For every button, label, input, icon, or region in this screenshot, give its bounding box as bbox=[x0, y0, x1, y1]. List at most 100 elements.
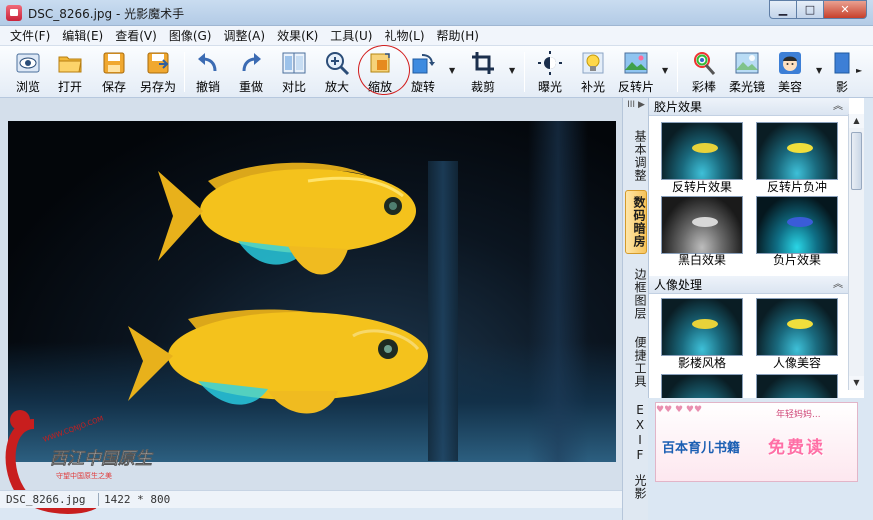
status-dimensions: 1422 * 800 bbox=[104, 493, 171, 506]
reversal-film-button[interactable]: 反转片 bbox=[614, 48, 658, 96]
status-divider bbox=[98, 493, 99, 506]
menu-adjust[interactable]: 调整(A) bbox=[217, 27, 271, 44]
section-header-film[interactable]: 胶片效果 ︽ bbox=[649, 98, 849, 116]
effect-label[interactable]: 反转片负冲 bbox=[749, 178, 845, 195]
rotate-dropdown-arrow[interactable]: ▼ bbox=[449, 66, 457, 75]
save-icon bbox=[103, 52, 125, 74]
compare-icon bbox=[282, 52, 306, 74]
ad-free-text: 免费读 bbox=[768, 438, 825, 458]
scroll-thumb[interactable] bbox=[851, 132, 862, 190]
browse-button[interactable]: 浏览 bbox=[6, 48, 50, 96]
ad-top-text: 年轻妈妈... bbox=[776, 410, 821, 420]
save-as-button[interactable]: 另存为 bbox=[136, 48, 180, 96]
scroll-down-icon[interactable]: ▼ bbox=[849, 376, 864, 390]
beauty-dropdown-arrow[interactable]: ▼ bbox=[816, 66, 824, 75]
effect-thumb-negative[interactable] bbox=[756, 196, 838, 254]
tab-exif[interactable]: EXIF bbox=[625, 402, 647, 464]
scroll-up-icon[interactable]: ▲ bbox=[849, 114, 864, 128]
crop-dropdown-arrow[interactable]: ▼ bbox=[509, 66, 517, 75]
effect-thumb-reversal[interactable] bbox=[661, 122, 743, 180]
effect-thumb-studio[interactable] bbox=[661, 298, 743, 356]
more-tools-button[interactable]: 影 bbox=[828, 48, 856, 96]
effect-label[interactable]: 黑白效果 bbox=[654, 251, 750, 268]
window-controls: ▁ □ ✕ bbox=[769, 0, 867, 19]
ad-banner[interactable]: ♥♥ ♥ ♥♥ 年轻妈妈... 百本育儿书籍 免费读 bbox=[655, 402, 858, 482]
section-header-portrait[interactable]: 人像处理 ︽ bbox=[649, 276, 849, 294]
menu-help[interactable]: 帮助(H) bbox=[431, 27, 485, 44]
tab-digital-darkroom[interactable]: 数码暗房 bbox=[625, 190, 647, 254]
undo-button[interactable]: 撤销 bbox=[186, 48, 230, 96]
effect-label[interactable]: 人像美容 bbox=[749, 354, 845, 371]
redo-button[interactable]: 重做 bbox=[229, 48, 273, 96]
eye-icon bbox=[16, 53, 40, 73]
landscape-icon bbox=[624, 52, 648, 74]
film-dropdown-arrow[interactable]: ▼ bbox=[662, 66, 670, 75]
watermark-tagline: 守望中国原生之美 bbox=[56, 471, 112, 480]
effect-thumb-partial[interactable] bbox=[661, 374, 743, 398]
soft-focus-button[interactable]: 柔光镜 bbox=[725, 48, 769, 96]
title-bar: DSC_8266.jpg - 光影魔术手 ▁ □ ✕ bbox=[0, 0, 873, 26]
face-icon bbox=[779, 52, 801, 74]
app-icon bbox=[6, 5, 22, 21]
toolbar-separator bbox=[677, 52, 678, 92]
menu-bar: 文件(F) 编辑(E) 查看(V) 图像(G) 调整(A) 效果(K) 工具(U… bbox=[0, 26, 873, 46]
menu-gifts[interactable]: 礼物(L) bbox=[378, 27, 430, 44]
side-tab-collapse[interactable]: III ▶ bbox=[623, 100, 649, 116]
tab-light[interactable]: 光影 bbox=[625, 470, 647, 504]
rotate-icon bbox=[412, 54, 435, 74]
ad-title: 百本育儿书籍 bbox=[662, 441, 741, 456]
toolbar-overflow-arrow[interactable]: ► bbox=[856, 66, 864, 75]
side-tab-strip: III ▶ 基本调整 数码暗房 边框图层 便捷工具 EXIF 光影 bbox=[622, 98, 648, 520]
lightbulb-icon bbox=[582, 52, 604, 74]
crop-button[interactable]: 裁剪 bbox=[461, 48, 505, 96]
redo-icon bbox=[242, 53, 261, 72]
menu-tools[interactable]: 工具(U) bbox=[324, 27, 378, 44]
collapse-icon[interactable]: ︽ bbox=[833, 98, 843, 116]
watermark-url: WWW.CQNJO.COM bbox=[42, 415, 105, 444]
maximize-button[interactable]: □ bbox=[796, 0, 824, 19]
magnifier-icon bbox=[326, 52, 350, 76]
status-bar: DSC_8266.jpg 1422 * 800 bbox=[0, 490, 622, 508]
save-button[interactable]: 保存 bbox=[92, 48, 136, 96]
compare-button[interactable]: 对比 bbox=[272, 48, 316, 96]
tab-border-layer[interactable]: 边框图层 bbox=[625, 264, 647, 324]
panel-scrollbar[interactable]: ▲ ▼ bbox=[848, 114, 864, 390]
menu-view[interactable]: 查看(V) bbox=[109, 27, 163, 44]
menu-file[interactable]: 文件(F) bbox=[4, 27, 56, 44]
effect-label[interactable]: 负片效果 bbox=[749, 251, 845, 268]
menu-edit[interactable]: 编辑(E) bbox=[56, 27, 109, 44]
open-button[interactable]: 打开 bbox=[48, 48, 92, 96]
folder-icon bbox=[58, 56, 82, 73]
effect-thumb-partial[interactable] bbox=[756, 374, 838, 398]
effect-thumb-portrait-beauty[interactable] bbox=[756, 298, 838, 356]
toolbar: 浏览 打开 保存 另存为 撤销 重做 对比 放大 缩放 旋转 ▼ 裁剪 ▼ 曝光… bbox=[0, 46, 873, 98]
toolbar-separator bbox=[524, 52, 525, 92]
exposure-button[interactable]: 曝光 bbox=[528, 48, 572, 96]
tab-convenient-tools[interactable]: 便捷工具 bbox=[625, 332, 647, 392]
status-filename: DSC_8266.jpg bbox=[6, 493, 86, 506]
beauty-button[interactable]: 美容 bbox=[768, 48, 812, 96]
highlight-circle bbox=[358, 45, 410, 95]
menu-image[interactable]: 图像(G) bbox=[163, 27, 218, 44]
tab-basic-adjust[interactable]: 基本调整 bbox=[625, 126, 647, 186]
effects-panel: 胶片效果 ︽ 反转片效果 反转片负冲 黑白效果 负片效果 人像处理 ︽ 影楼风格… bbox=[648, 98, 864, 398]
effect-label[interactable]: 反转片效果 bbox=[654, 178, 750, 195]
collapse-icon[interactable]: ︽ bbox=[833, 276, 843, 294]
rainbow-button[interactable]: 彩棒 bbox=[682, 48, 726, 96]
effect-label[interactable]: 影楼风格 bbox=[654, 354, 750, 371]
undo-icon bbox=[198, 53, 217, 72]
crop-icon bbox=[472, 52, 494, 74]
rainbow-wand-icon bbox=[694, 52, 716, 75]
more-tool-icon bbox=[834, 52, 850, 74]
effect-thumb-reversal-push[interactable] bbox=[756, 122, 838, 180]
effect-thumb-bw[interactable] bbox=[661, 196, 743, 254]
fill-light-button[interactable]: 补光 bbox=[571, 48, 615, 96]
hearts-decoration: ♥♥ ♥ ♥♥ bbox=[656, 405, 703, 415]
zoom-in-button[interactable]: 放大 bbox=[315, 48, 359, 96]
close-button[interactable]: ✕ bbox=[823, 0, 867, 19]
window-title: DSC_8266.jpg - 光影魔术手 bbox=[28, 7, 185, 21]
menu-effects[interactable]: 效果(K) bbox=[271, 27, 324, 44]
minimize-button[interactable]: ▁ bbox=[769, 0, 797, 19]
sun-icon bbox=[538, 51, 562, 75]
save-as-icon bbox=[147, 52, 169, 74]
